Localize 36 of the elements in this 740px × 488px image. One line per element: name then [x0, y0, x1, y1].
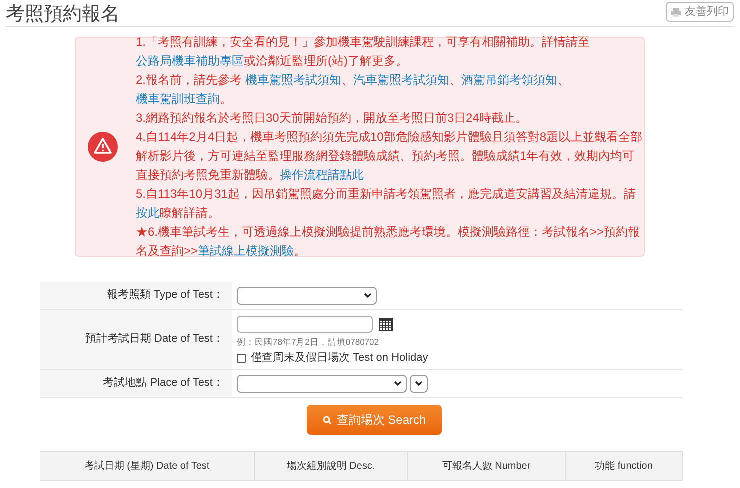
page-title: 考照預約報名 — [6, 5, 120, 24]
notice-link[interactable]: 機車駕照考試須知 — [245, 73, 342, 87]
notice-item: 3.網路預約報名於考照日30天前開始預約，開放至考照日前3日24時截止。 — [136, 110, 528, 127]
notice-item: 4.自114年2月4日起，機車考照預約須先完成10部危險感知影片體驗且須答對8題以上並觀看全部解析影片後，方可連結至監理服務網登錄體驗成績、預約考照。體驗成績1年有效，效期內均可直接預約考照免重新體驗。操作流程請點此 — [136, 129, 643, 184]
notice-link[interactable]: 公路局機車補助專區 — [136, 54, 244, 68]
chevron-down-icon — [415, 380, 423, 386]
notice-link[interactable]: 酒駕吊銷考領須知 — [461, 73, 558, 87]
notice-link[interactable]: 按此 — [136, 206, 160, 220]
field-label: 考試地點 Place of Test： — [103, 376, 224, 392]
column-header: 考試日期 (星期) Date of Test — [40, 452, 255, 480]
date-field[interactable] — [237, 316, 373, 333]
checkbox-label: 僅查周末及假日場次 Test on Holiday — [251, 350, 428, 366]
notice-item: 5.自113年10月31起，因吊銷駕照處分而重新申請考領駕照者，應完成道安講習及結清違規。請 按此瞭解詳請。 — [136, 186, 637, 222]
chevron-down-icon — [394, 380, 402, 386]
calendar-icon[interactable] — [379, 318, 393, 331]
print-button[interactable]: 友善列印 — [666, 2, 734, 22]
notice-link[interactable]: 筆試線上模擬測驗 — [198, 244, 294, 258]
notice-link[interactable]: 汽車駕照考試須知 — [353, 73, 450, 87]
dropdown[interactable] — [410, 374, 428, 392]
notice-item: 1.「考照有訓練，安全看的見！」參加機車駕駛訓練課程，可享有相關補助。詳情請至 公路局機車補助專區或洽鄰近監理所(站)了解更多。 — [136, 34, 592, 70]
column-header: 場次組別說明 Desc. — [255, 452, 408, 480]
search-icon — [322, 416, 332, 424]
notice-item: 2.報名前，請先參考 機車駕照考試須知、汽車駕照考試須知、酒駕吊銷考領須知、 機車駕訓班查詢。 — [136, 72, 570, 108]
date-hint: 例：民國78年7月2日，請填0780702 — [237, 336, 380, 349]
warning-icon — [88, 132, 118, 162]
notice-link[interactable]: 操作流程請點此 — [280, 168, 364, 182]
column-header: 可報名人數 Number — [408, 452, 566, 480]
chevron-down-icon — [364, 292, 372, 298]
search-button[interactable]: 查詢場次 Search — [307, 405, 442, 435]
notice-item: ★6.機車筆試考生，可透過線上模擬測驗提前熟悉應考環境。模擬測驗路徑：考試報名>>預約報名及查詢>>筆試線上模擬測驗。 — [136, 224, 642, 260]
field-label: 預計考試日期 Date of Test： — [85, 332, 224, 348]
field-label: 報考照類 Type of Test： — [106, 288, 224, 304]
printer-icon — [671, 8, 681, 16]
notice-link[interactable]: 機車駕訓班查詢 — [136, 92, 220, 106]
column-header: 功能 function — [566, 452, 683, 480]
holiday-checkbox[interactable] — [237, 354, 246, 362]
